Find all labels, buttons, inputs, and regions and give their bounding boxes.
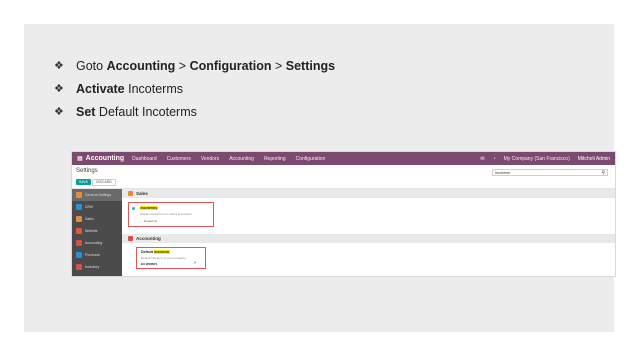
settings-sidebar: General Settings CRM Sales Website Accountin… <box>72 189 122 276</box>
app-icon <box>76 240 82 246</box>
instruction-text: Set <box>76 104 96 119</box>
app-icon <box>76 264 82 270</box>
sidebar-item-label: Purchase <box>85 253 100 257</box>
menu-vendors[interactable]: Vendors <box>201 156 219 162</box>
grid-icon[interactable]: ▦ <box>77 155 83 162</box>
activity-icon[interactable]: ◔ <box>493 156 496 162</box>
sales-section-title: Sales <box>136 191 148 196</box>
incoterms-checkbox[interactable] <box>132 207 135 210</box>
app-icon <box>76 204 82 210</box>
save-button[interactable]: SAVE <box>76 179 92 185</box>
sales-app-icon <box>128 191 133 196</box>
instruction-item: ❖ Set Default Incoterms <box>54 100 335 123</box>
instruction-list: ❖ Goto Accounting > Configuration > Setti… <box>54 54 335 123</box>
instruction-text: Goto <box>76 58 107 73</box>
default-incoterm-setting-box: Default Incoterm Default incoterm of you… <box>136 247 206 269</box>
sidebar-item[interactable]: Purchase <box>72 249 122 261</box>
diamond-bullet-icon: ❖ <box>54 60 64 72</box>
instruction-text: > <box>175 58 190 73</box>
incoterms-setting-title: Incoterms <box>140 206 158 210</box>
sidebar-item-label: Website <box>85 229 98 233</box>
top-navbar: ▦ Accounting Dashboard Customers Vendors… <box>72 152 615 165</box>
search-icon[interactable]: ⚲ <box>601 170 605 176</box>
app-icon <box>76 192 82 198</box>
sidebar-item[interactable]: General Settings <box>72 189 122 201</box>
settings-screenshot: ▦ Accounting Dashboard Customers Vendors… <box>72 152 615 276</box>
page-title: Settings <box>76 168 98 174</box>
instruction-text: Default Incoterms <box>95 104 197 119</box>
instruction-item: ❖ Goto Accounting > Configuration > Setti… <box>54 54 335 77</box>
menu-dashboard[interactable]: Dashboard <box>132 156 156 162</box>
company-switcher[interactable]: My Company (San Francisco) <box>504 156 570 162</box>
sidebar-item-label: General Settings <box>85 193 112 197</box>
instruction-text: Settings <box>285 58 336 73</box>
diamond-bullet-icon: ❖ <box>54 106 64 118</box>
settings-content: Sales Incoterms Display incoterms on ord… <box>122 189 615 276</box>
sidebar-item[interactable]: Accounting <box>72 237 122 249</box>
sidebar-item[interactable]: Inventory <box>72 261 122 273</box>
instruction-text: Configuration <box>189 58 272 73</box>
sidebar-item-label: Accounting <box>85 241 103 245</box>
accounting-section-title: Accounting <box>136 236 161 241</box>
sidebar-item[interactable]: Website <box>72 225 122 237</box>
instruction-text: Accounting <box>106 58 176 73</box>
default-incoterm-select[interactable]: EX WORKS <box>141 262 157 266</box>
chat-icon[interactable]: ✉ <box>480 156 484 162</box>
app-name[interactable]: Accounting <box>86 155 125 162</box>
accounting-app-icon <box>128 236 133 241</box>
sidebar-item[interactable]: Sales <box>72 213 122 225</box>
default-incoterm-desc: Default incoterm of your company <box>141 256 186 260</box>
diamond-bullet-icon: ❖ <box>54 83 64 95</box>
app-icon <box>76 228 82 234</box>
discard-button[interactable]: DISCARD <box>92 179 116 186</box>
incoterms-link[interactable]: → Incoterms <box>140 219 157 223</box>
menu-reporting[interactable]: Reporting <box>264 156 286 162</box>
accounting-section-header: Accounting <box>122 234 615 243</box>
search-value: incoterm <box>495 170 511 175</box>
sidebar-item-label: Sales <box>85 217 94 221</box>
app-icon <box>76 252 82 258</box>
sidebar-item-label: Inventory <box>85 265 100 269</box>
incoterms-setting-box: Incoterms Display incoterms on orders & … <box>128 202 214 227</box>
instruction-text: > <box>271 58 286 73</box>
sidebar-item-label: CRM <box>85 205 93 209</box>
search-input[interactable]: incoterm ⚲ <box>492 169 608 176</box>
sidebar-item[interactable]: CRM <box>72 201 122 213</box>
slide: ❖ Goto Accounting > Configuration > Setti… <box>24 24 615 332</box>
instruction-text: Incoterms <box>124 81 183 96</box>
menu-customers[interactable]: Customers <box>167 156 191 162</box>
instruction-text: Activate <box>76 81 125 96</box>
menu-configuration[interactable]: Configuration <box>296 156 326 162</box>
external-link-icon[interactable]: ↗ <box>193 260 196 265</box>
instruction-item: ❖ Activate Incoterms <box>54 77 335 100</box>
incoterms-setting-desc: Display incoterms on orders & invoices <box>140 212 192 216</box>
default-incoterm-title: Default Incoterm <box>141 250 170 254</box>
app-icon <box>76 216 82 222</box>
control-panel: Settings SAVE DISCARD incoterm ⚲ <box>72 165 615 189</box>
user-menu[interactable]: Mitchell Admin <box>578 156 610 162</box>
sales-section-header: Sales <box>122 189 615 198</box>
menu-accounting[interactable]: Accounting <box>229 156 254 162</box>
